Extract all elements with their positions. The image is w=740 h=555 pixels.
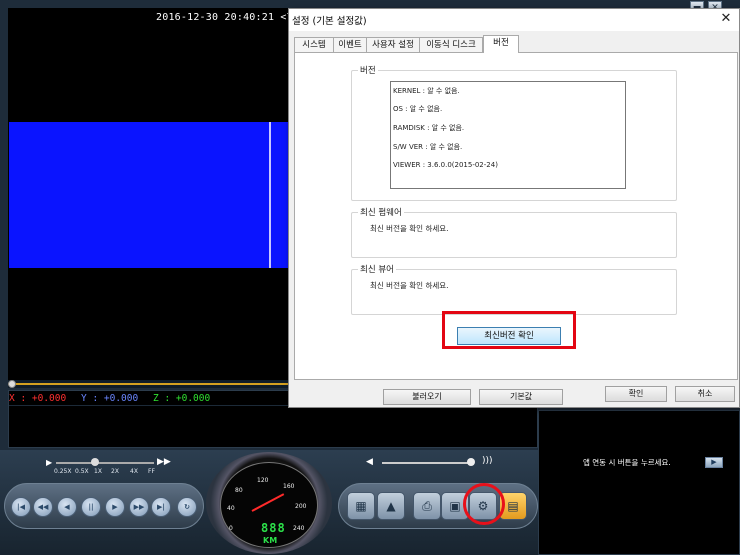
video-frame-divider bbox=[269, 122, 271, 268]
app-link-message: 앱 연동 시 버튼을 누르세요. bbox=[583, 458, 671, 467]
speed-handle[interactable] bbox=[91, 458, 99, 466]
play-icon[interactable]: ▶ bbox=[105, 497, 125, 517]
volume-track bbox=[382, 462, 474, 464]
viewer-group-text: 최신 버전을 확인 하세요. bbox=[370, 281, 449, 290]
speed-slower-icon[interactable]: ▶ bbox=[46, 458, 52, 467]
playback-speed-slider[interactable]: ▶ ▶▶ 0.25X 0.5X 1X 2X 4X FF bbox=[46, 456, 171, 476]
film-icon[interactable]: ▦ bbox=[347, 492, 375, 520]
tab-version[interactable]: 버전 bbox=[483, 35, 519, 53]
settings-highlight-circle bbox=[463, 483, 505, 525]
repeat-icon[interactable]: ↻ bbox=[177, 497, 197, 517]
dial-number: 200 bbox=[295, 503, 307, 510]
first-file-icon[interactable]: |◀ bbox=[11, 497, 31, 517]
tool-buttons: ▦ ▲ ⎙ ▣ ⚙ ▤ bbox=[338, 483, 538, 529]
viewer-group: 최신 뷰어 최신 버전을 확인 하세요. bbox=[351, 263, 677, 315]
last-file-icon[interactable]: ▶| bbox=[151, 497, 171, 517]
tab-removable-disk[interactable]: 이동식 디스크 bbox=[419, 37, 483, 52]
speed-label: 0.25X bbox=[54, 468, 72, 475]
speedometer-face: 0 40 80 120 160 200 240 888 KM bbox=[220, 462, 318, 548]
dialog-title-bar[interactable]: 설정 (기본 설정값) ✕ bbox=[289, 9, 739, 31]
dialog-close-icon[interactable]: ✕ bbox=[717, 9, 735, 29]
step-back-icon[interactable]: ◀ bbox=[57, 497, 77, 517]
previous-icon[interactable]: ◀◀ bbox=[33, 497, 53, 517]
print-icon[interactable]: ⎙ bbox=[413, 492, 441, 520]
os-line: OS : 알 수 없음. bbox=[393, 105, 443, 113]
app-link-button[interactable]: ▶ bbox=[705, 457, 723, 468]
settings-dialog: 설정 (기본 설정값) ✕ 시스템 이벤트 사용자 설정 이동식 디스크 버전 … bbox=[288, 8, 740, 408]
dial-number: 120 bbox=[257, 477, 269, 484]
volume-handle[interactable] bbox=[467, 458, 475, 466]
speed-label: 4X bbox=[130, 468, 138, 475]
default-button[interactable]: 기본값 bbox=[479, 389, 563, 405]
check-latest-version-button[interactable]: 최신버전 확인 bbox=[457, 327, 561, 345]
speaker-icon[interactable]: ◀ bbox=[366, 457, 373, 467]
pause-icon[interactable]: || bbox=[81, 497, 101, 517]
dial-number: 240 bbox=[293, 525, 305, 532]
firmware-group-text: 최신 버전을 확인 하세요. bbox=[370, 224, 449, 233]
dialog-title: 설정 (기본 설정값) bbox=[292, 16, 367, 27]
speedometer-needle bbox=[251, 493, 285, 512]
upload-icon[interactable]: ▲ bbox=[377, 492, 405, 520]
dial-number: 160 bbox=[283, 483, 295, 490]
map-panel: 앱 연동 시 버튼을 누르세요. ▶ bbox=[538, 410, 740, 555]
version-group-title: 버전 bbox=[358, 64, 378, 76]
tab-user-settings[interactable]: 사용자 설정 bbox=[366, 37, 420, 52]
kernel-line: KERNEL : 알 수 없음. bbox=[393, 87, 460, 95]
next-icon[interactable]: ▶▶ bbox=[129, 497, 149, 517]
speed-unit: KM bbox=[263, 536, 278, 545]
axis-x-value: X : +0.000 bbox=[9, 393, 67, 404]
transport-controls: |◀ ◀◀ ◀ || ▶ ▶▶ ▶| ↻ bbox=[4, 483, 204, 529]
volume-slider[interactable]: ◀ ))) bbox=[366, 456, 496, 470]
version-info-box: KERNEL : 알 수 없음. OS : 알 수 없음. RAMDISK : … bbox=[390, 81, 626, 189]
firmware-group-title: 최신 펌웨어 bbox=[358, 206, 404, 218]
dial-number: 0 bbox=[229, 525, 233, 532]
axis-y-value: Y : +0.000 bbox=[81, 393, 139, 404]
axis-z-value: Z : +0.000 bbox=[153, 393, 211, 404]
speed-faster-icon[interactable]: ▶▶ bbox=[157, 457, 171, 467]
speed-label: FF bbox=[148, 468, 155, 475]
speed-label: 0.5X bbox=[75, 468, 89, 475]
speed-label: 2X bbox=[111, 468, 119, 475]
ramdisk-line: RAMDISK : 알 수 없음. bbox=[393, 124, 465, 132]
dial-number: 80 bbox=[235, 487, 243, 494]
speed-digits: 888 bbox=[261, 521, 286, 535]
seek-handle[interactable] bbox=[8, 380, 16, 388]
speed-label: 1X bbox=[94, 468, 102, 475]
tab-system[interactable]: 시스템 bbox=[294, 37, 334, 52]
ok-button[interactable]: 확인 bbox=[605, 386, 667, 402]
dial-number: 40 bbox=[227, 505, 235, 512]
version-group: 버전 KERNEL : 알 수 없음. OS : 알 수 없음. RAMDISK… bbox=[351, 64, 677, 201]
viewer-version-line: VIEWER : 3.6.0.0(2015-02-24) bbox=[393, 161, 498, 169]
speedometer: 0 40 80 120 160 200 240 888 KM bbox=[206, 452, 332, 554]
sw-version-line: S/W VER : 알 수 없음. bbox=[393, 143, 463, 151]
volume-wave-icon: ))) bbox=[482, 456, 493, 466]
speed-track bbox=[56, 462, 154, 464]
firmware-group: 최신 펌웨어 최신 버전을 확인 하세요. bbox=[351, 206, 677, 258]
cancel-button[interactable]: 취소 bbox=[675, 386, 735, 402]
tab-event[interactable]: 이벤트 bbox=[333, 37, 367, 52]
load-button[interactable]: 불러오기 bbox=[383, 389, 471, 405]
viewer-group-title: 최신 뷰어 bbox=[358, 263, 396, 275]
